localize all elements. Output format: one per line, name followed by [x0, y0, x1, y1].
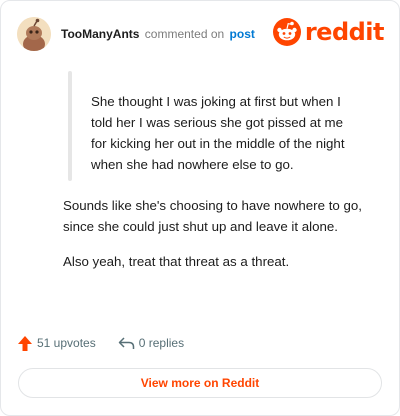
post-link[interactable]: post	[230, 27, 255, 41]
comment-paragraph: Also yeah, treat that threat as a threat…	[63, 254, 290, 269]
action-text: commented on	[144, 27, 225, 41]
quote-bar	[68, 71, 72, 181]
comment-embed-card: TooManyAnts commented on post reddit She…	[0, 0, 400, 416]
upvote-count: 51 upvotes	[37, 336, 96, 350]
comment-meta: TooManyAnts commented on post	[61, 27, 255, 41]
comment-body: Sounds like she's choosing to have nowhe…	[63, 195, 373, 286]
upvote-button[interactable]: 51 upvotes	[17, 335, 96, 352]
replies-button[interactable]: 0 replies	[118, 336, 184, 350]
comment-actions: 51 upvotes 0 replies	[17, 332, 184, 354]
upvote-arrow-icon	[18, 335, 32, 351]
reddit-snoo-icon	[272, 18, 301, 46]
comment-paragraph: Sounds like she's choosing to have nowhe…	[63, 198, 362, 234]
user-avatar-icon[interactable]	[17, 17, 51, 51]
reddit-logo[interactable]: reddit	[272, 18, 385, 46]
reply-count: 0 replies	[138, 336, 185, 350]
quoted-text: She thought I was joking at first but wh…	[91, 94, 345, 172]
reddit-wordmark: reddit	[304, 18, 385, 46]
view-more-button[interactable]: View more on Reddit	[18, 368, 382, 398]
author-username[interactable]: TooManyAnts	[61, 27, 139, 41]
comment-header: TooManyAnts commented on post	[17, 16, 255, 52]
reply-arrow-icon	[118, 337, 134, 349]
